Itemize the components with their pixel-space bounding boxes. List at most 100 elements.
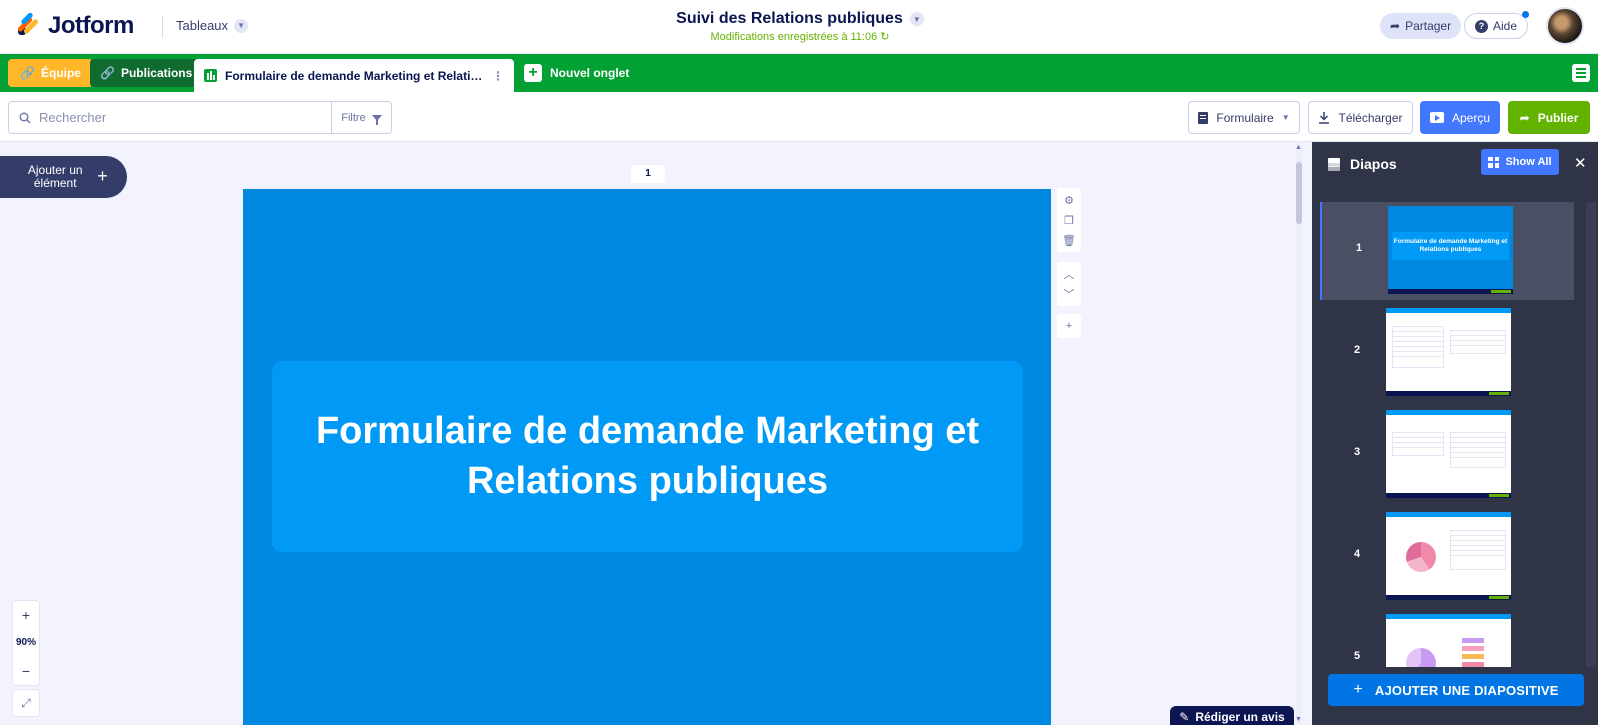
- slide-number: 4: [1354, 548, 1361, 560]
- tab-active-form[interactable]: Formulaire de demande Marketing et Relat…: [194, 59, 514, 92]
- slide-thumbnail-3[interactable]: 3: [1320, 406, 1574, 504]
- scrollbar-thumb[interactable]: [1296, 162, 1302, 224]
- slide-thumbnail-4[interactable]: 4: [1320, 508, 1574, 606]
- share-button[interactable]: ➦ Partager: [1380, 13, 1462, 39]
- share-label: Partager: [1405, 19, 1452, 33]
- slide-actions: ⚙ ❐ 🗑: [1057, 188, 1081, 252]
- slide-number: 2: [1354, 344, 1361, 356]
- zoom-level: 90%: [15, 637, 36, 648]
- write-review-button[interactable]: ✎ Rédiger un avis: [1170, 706, 1294, 725]
- link-icon: 🔗: [100, 66, 115, 80]
- search-input[interactable]: [39, 110, 309, 125]
- slide-thumbnail-1[interactable]: 1 Formulaire de demande Marketing et Rel…: [1320, 202, 1574, 300]
- chevron-down-icon: ▼: [234, 18, 249, 33]
- header-divider: [162, 16, 163, 38]
- slide-preview: [1386, 308, 1511, 396]
- copy-icon[interactable]: ❐: [1057, 210, 1081, 230]
- download-label: Télécharger: [1338, 110, 1403, 125]
- tab-publications[interactable]: 🔗 Publications: [90, 59, 203, 87]
- download-icon: [1319, 112, 1330, 124]
- document-icon: [1198, 111, 1209, 124]
- new-tab-label: Nouvel onglet: [550, 66, 630, 80]
- expand-icon[interactable]: ⤢: [12, 689, 40, 717]
- document-title[interactable]: Suivi des Relations publiques ▼: [676, 10, 924, 28]
- publish-label: Publier: [1537, 110, 1579, 125]
- jotform-logo-icon: [16, 11, 40, 39]
- share-arrow-icon: ➦: [1519, 110, 1530, 125]
- workspace-label: Tableaux: [176, 18, 229, 33]
- save-status: Modifications enregistrées à 11:06 ↻: [600, 30, 1000, 43]
- user-avatar[interactable]: [1546, 7, 1584, 45]
- download-button[interactable]: Télécharger: [1308, 101, 1413, 134]
- sheet-icon: [204, 69, 217, 82]
- slide-number: 5: [1354, 650, 1361, 662]
- add-element-button[interactable]: Ajouter un élément +: [0, 156, 127, 198]
- write-review-label: Rédiger un avis: [1195, 710, 1285, 724]
- slide-preview: [1386, 410, 1511, 498]
- slides-list: 1 Formulaire de demande Marketing et Rel…: [1320, 202, 1578, 667]
- help-label: Aide: [1493, 19, 1518, 33]
- slide-thumbnail-5[interactable]: 5: [1320, 610, 1574, 667]
- pie-chart-thumbnail: [1406, 542, 1436, 572]
- tab-publications-label: Publications: [120, 66, 193, 80]
- refresh-icon: ↻: [880, 31, 890, 43]
- help-button[interactable]: ? Aide: [1464, 11, 1530, 39]
- workspace-switcher[interactable]: Tableaux ▼: [176, 18, 249, 33]
- chevron-down-icon: ▼: [909, 12, 924, 26]
- slide-reorder: ︿ ﹀: [1057, 262, 1081, 306]
- menu-icon[interactable]: [1572, 64, 1590, 82]
- add-slide-label: AJOUTER UNE DIAPOSITIVE: [1374, 682, 1559, 698]
- slides-scrollbar[interactable]: [1586, 202, 1596, 667]
- trash-icon[interactable]: 🗑: [1057, 230, 1081, 250]
- app-header: Jotform Tableaux ▼ Suivi des Relations p…: [0, 0, 1598, 54]
- show-all-label: Show All: [1505, 156, 1552, 168]
- zoom-in-icon[interactable]: +: [13, 601, 39, 629]
- form-select-label: Formulaire: [1216, 110, 1274, 125]
- add-slide-button[interactable]: + AJOUTER UNE DIAPOSITIVE: [1328, 674, 1584, 706]
- slide-preview: [1386, 512, 1511, 600]
- jotform-logo[interactable]: Jotform: [16, 11, 134, 40]
- edit-icon: ✎: [1179, 710, 1190, 724]
- plus-icon[interactable]: +: [1057, 316, 1081, 336]
- link-icon: 🔗: [20, 66, 35, 80]
- preview-button[interactable]: Aperçu: [1420, 101, 1500, 134]
- slide-preview: Formulaire de demande Marketing et Relat…: [1388, 206, 1513, 294]
- scroll-up-icon[interactable]: ▲: [1295, 144, 1302, 151]
- layers-icon: [1328, 158, 1340, 171]
- slide-preview: [1386, 614, 1511, 667]
- publish-button[interactable]: ➦ Publier: [1508, 101, 1590, 134]
- gear-icon[interactable]: ⚙: [1057, 190, 1081, 210]
- canvas-scrollbar[interactable]: ▲ ▼: [1295, 142, 1302, 725]
- play-icon: [1429, 112, 1444, 123]
- add-element-label: Ajouter un élément: [27, 162, 83, 190]
- document-title-area: Suivi des Relations publiques ▼ Modifica…: [600, 10, 1000, 43]
- zoom-control: + 90% −: [12, 600, 40, 686]
- tab-equipe[interactable]: 🔗 Équipe: [8, 59, 93, 87]
- chevron-down-icon[interactable]: ﹀: [1057, 284, 1081, 304]
- search-box: [8, 101, 332, 134]
- preview-label: Aperçu: [1451, 110, 1491, 125]
- editor-canvas: Ajouter un élément + 1 Formulaire de dem…: [0, 142, 1302, 725]
- slide-title-box[interactable]: Formulaire de demande Marketing et Relat…: [272, 361, 1023, 552]
- form-select-button[interactable]: Formulaire ▼: [1188, 101, 1300, 134]
- filter-button[interactable]: Filtre: [332, 101, 392, 134]
- plus-icon: +: [524, 64, 542, 82]
- tab-options-icon[interactable]: ⋮: [492, 69, 504, 83]
- zoom-out-icon[interactable]: −: [13, 657, 39, 685]
- show-all-button[interactable]: Show All: [1481, 149, 1559, 175]
- share-arrow-icon: ➦: [1390, 19, 1401, 33]
- brand-name: Jotform: [48, 12, 134, 39]
- new-tab-button[interactable]: + Nouvel onglet: [524, 59, 629, 87]
- help-icon: ?: [1475, 19, 1488, 33]
- tab-active-form-label: Formulaire de demande Marketing et Relat…: [225, 68, 484, 83]
- chevron-up-icon[interactable]: ︿: [1057, 264, 1081, 284]
- slide-canvas[interactable]: Formulaire de demande Marketing et Relat…: [243, 189, 1051, 725]
- chevron-down-icon: ▼: [1281, 113, 1290, 122]
- slide-tools: ⚙ ❐ 🗑 ︿ ﹀ +: [1057, 188, 1081, 338]
- filter-icon: [371, 114, 382, 125]
- close-icon[interactable]: ✕: [1574, 154, 1587, 172]
- scroll-down-icon[interactable]: ▼: [1295, 716, 1302, 723]
- slide-thumbnail-2[interactable]: 2: [1320, 304, 1574, 402]
- slide-preview-title: Formulaire de demande Marketing et Relat…: [1392, 232, 1509, 260]
- slides-panel-title-text: Diapos: [1350, 156, 1397, 172]
